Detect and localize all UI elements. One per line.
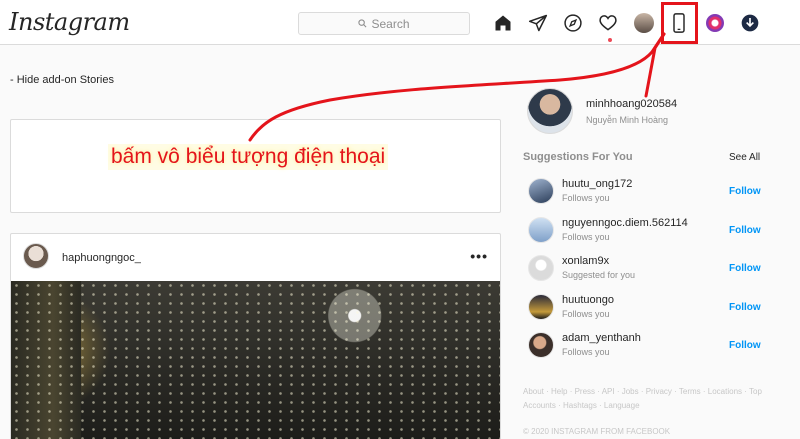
avatar <box>634 13 654 33</box>
search-placeholder: Search <box>371 16 410 31</box>
suggestion-item: huutu_ong172 Follows you Follow <box>523 176 763 208</box>
suggestion-username[interactable]: huutu_ong172 <box>562 178 632 190</box>
profile-full-name: Nguyễn Minh Hoàng <box>586 115 669 125</box>
suggestion-item: adam_yenthanh Follows you Follow <box>523 330 763 362</box>
post-header: haphuongngoc_ ••• <box>11 234 500 281</box>
post-avatar[interactable] <box>23 243 49 269</box>
profile-username[interactable]: minhhoang020584 <box>586 98 677 110</box>
more-options-icon[interactable]: ••• <box>470 248 488 264</box>
home-icon[interactable] <box>492 12 514 34</box>
explore-icon[interactable] <box>562 12 584 34</box>
instagram-logo[interactable]: Instagram <box>9 8 130 36</box>
profile-avatar[interactable] <box>633 12 655 34</box>
suggestions-title: Suggestions For You <box>523 151 633 163</box>
suggestion-item: huutuongo Follows you Follow <box>523 292 763 324</box>
extension-icon[interactable] <box>704 12 726 34</box>
suggestion-subtitle: Follows you <box>562 309 610 319</box>
follow-button[interactable]: Follow <box>729 263 761 274</box>
suggestion-subtitle: Follows you <box>562 193 610 203</box>
suggestion-avatar[interactable] <box>528 217 554 243</box>
suggestion-item: nguyenngoc.diem.562114 Follows you Follo… <box>523 215 763 247</box>
post-image-lights <box>11 281 500 439</box>
follow-button[interactable]: Follow <box>729 340 761 351</box>
feed-post: haphuongngoc_ ••• <box>10 233 501 439</box>
annotation-text: bấm vô biểu tượng điện thoại <box>108 144 389 170</box>
profile-avatar-large[interactable] <box>527 88 573 134</box>
suggestion-avatar[interactable] <box>528 294 554 320</box>
follow-button[interactable]: Follow <box>729 302 761 313</box>
suggestion-subtitle: Suggested for you <box>562 270 636 280</box>
suggestion-item: xonlam9x Suggested for you Follow <box>523 253 763 285</box>
annotation-highlight-box <box>661 2 698 44</box>
suggestion-username[interactable]: nguyenngoc.diem.562114 <box>562 217 688 229</box>
follow-button[interactable]: Follow <box>729 186 761 197</box>
activity-heart-icon[interactable] <box>597 12 619 34</box>
copyright-text: © 2020 INSTAGRAM FROM FACEBOOK <box>523 427 671 436</box>
suggestion-username[interactable]: xonlam9x <box>562 255 609 267</box>
suggestion-username[interactable]: huutuongo <box>562 294 614 306</box>
follow-button[interactable]: Follow <box>729 225 761 236</box>
see-all-link[interactable]: See All <box>729 152 760 163</box>
search-icon <box>358 19 367 28</box>
extension-badge <box>706 14 724 32</box>
suggestion-avatar[interactable] <box>528 332 554 358</box>
direct-icon[interactable] <box>527 12 549 34</box>
download-icon[interactable] <box>739 12 761 34</box>
post-username[interactable]: haphuongngoc_ <box>62 252 141 264</box>
footer-links[interactable]: About · Help · Press · API · Jobs · Priv… <box>523 385 768 413</box>
suggestion-subtitle: Follows you <box>562 232 610 242</box>
suggestion-username[interactable]: adam_yenthanh <box>562 332 641 344</box>
post-image[interactable] <box>11 281 500 439</box>
notification-dot <box>608 38 612 42</box>
search-input[interactable]: Search <box>298 12 470 35</box>
suggestion-avatar[interactable] <box>528 178 554 204</box>
suggestion-subtitle: Follows you <box>562 347 610 357</box>
hide-stories-link[interactable]: - Hide add-on Stories <box>10 74 114 86</box>
suggestion-avatar[interactable] <box>528 255 554 281</box>
